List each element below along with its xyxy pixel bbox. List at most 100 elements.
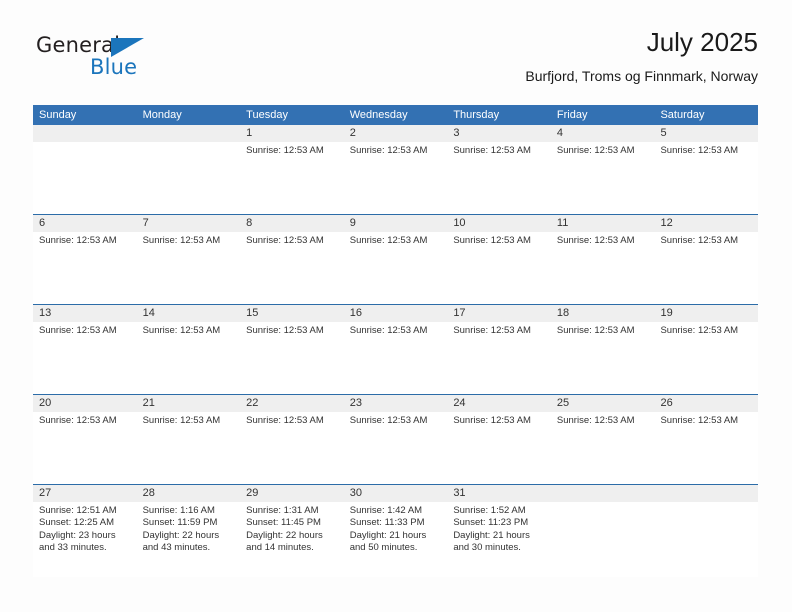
calendar-day-13[interactable]: 13 Sunrise: 12:53 AM	[33, 305, 137, 394]
calendar-day-1[interactable]: 1 Sunrise: 12:53 AM	[240, 125, 344, 214]
day-sun-info: Sunrise: 1:52 AM Sunset: 11:23 PM Daylight…	[447, 502, 551, 555]
calendar-day-16[interactable]: 16 Sunrise: 12:53 AM	[343, 305, 448, 394]
day-sun-info: Sunrise: 12:53 AM	[447, 232, 551, 247]
day-number: 31	[447, 485, 551, 502]
day-sun-info: Sunrise: 12:53 AM	[137, 232, 241, 247]
day-number: 17	[447, 305, 551, 322]
calendar-day-31[interactable]: 31 Sunrise: 1:52 AM Sunset: 11:23 PM Daylig…	[447, 485, 551, 577]
weekday-header-wednesday: Wednesday	[349, 109, 408, 121]
day-sun-info: Sunrise: 1:42 AM Sunset: 11:33 PM Daylight…	[344, 502, 448, 555]
day-sun-info: Sunrise: 12:53 AM	[344, 412, 448, 427]
day-number: 6	[33, 215, 137, 232]
day-info-line: Sunrise: 12:53 AM	[556, 145, 635, 156]
day-sun-info: Sunrise: 12:53 AM	[240, 232, 344, 247]
day-info-line: Sunrise: 12:51 AM	[39, 505, 117, 516]
calendar-day-20[interactable]: 20 Sunrise: 12:53 AM	[33, 395, 137, 484]
day-number: 27	[33, 485, 137, 502]
day-info-line: Daylight: 21 hours	[453, 529, 530, 541]
day-number: 8	[240, 215, 344, 232]
calendar-day-28[interactable]: 28 Sunrise: 1:16 AM Sunset: 11:59 PM Daylig…	[136, 485, 241, 577]
day-sun-info	[137, 142, 241, 145]
calendar-day-23[interactable]: 23 Sunrise: 12:53 AM	[343, 395, 448, 484]
day-number: 23	[343, 395, 448, 412]
calendar-day-18[interactable]: 18 Sunrise: 12:53 AM	[550, 305, 655, 394]
day-number: 4	[550, 125, 655, 142]
calendar-grid: Sunday Monday Tuesday Wednesday Thursday Frid…	[33, 105, 759, 577]
day-sun-info: Sunrise: 12:53 AM	[447, 322, 551, 337]
calendar-day-27[interactable]: 27 Sunrise: 12:51 AM Sunset: 12:25 AM Dayli…	[33, 485, 137, 577]
day-info-line: Sunrise: 12:53 AM	[453, 415, 531, 426]
calendar-day-11[interactable]: 11 Sunrise: 12:53 AM	[550, 215, 655, 304]
day-info-line: and 14 minutes.	[246, 542, 314, 554]
calendar-day-7[interactable]: 7 Sunrise: 12:53 AM	[136, 215, 241, 304]
day-info-line: Sunrise: 12:53 AM	[349, 145, 428, 156]
calendar-day-19[interactable]: 19 Sunrise: 12:53 AM	[654, 305, 759, 394]
day-sun-info: Sunrise: 12:53 AM	[654, 412, 758, 427]
calendar-day-14[interactable]: 14 Sunrise: 12:53 AM	[136, 305, 241, 394]
calendar-day-2[interactable]: 2 Sunrise: 12:53 AM	[343, 125, 448, 214]
general-blue-logo[interactable]: General Blue	[36, 33, 176, 85]
day-sun-info: Sunrise: 12:51 AM Sunset: 12:25 AM Dayligh…	[33, 502, 137, 555]
day-info-line: Sunrise: 12:53 AM	[556, 415, 635, 426]
day-number: 24	[447, 395, 551, 412]
day-info-line: Sunrise: 12:53 AM	[39, 325, 117, 336]
day-number	[550, 485, 655, 502]
day-sun-info: Sunrise: 12:53 AM	[447, 142, 551, 157]
calendar-day-8[interactable]: 8 Sunrise: 12:53 AM	[240, 215, 344, 304]
day-info-line: and 33 minutes.	[39, 542, 107, 554]
day-info-line: Sunrise: 12:53 AM	[246, 325, 324, 336]
day-sun-info: Sunrise: 12:53 AM	[654, 322, 758, 337]
calendar-day-4[interactable]: 4 Sunrise: 12:53 AM	[550, 125, 655, 214]
calendar-day-empty	[550, 485, 655, 577]
calendar-day-24[interactable]: 24 Sunrise: 12:53 AM	[447, 395, 551, 484]
calendar-day-29[interactable]: 29 Sunrise: 1:31 AM Sunset: 11:45 PM Daylig…	[240, 485, 344, 577]
day-number: 18	[550, 305, 655, 322]
day-sun-info: Sunrise: 12:53 AM	[447, 412, 551, 427]
day-number: 13	[33, 305, 137, 322]
day-info-line: Sunset: 11:45 PM	[246, 517, 321, 529]
day-sun-info: Sunrise: 12:53 AM	[137, 412, 241, 427]
calendar-day-26[interactable]: 26 Sunrise: 12:53 AM	[654, 395, 759, 484]
day-info-line: Daylight: 22 hours	[246, 529, 323, 541]
day-info-line: Sunset: 11:23 PM	[453, 517, 529, 529]
day-info-line: Sunrise: 12:53 AM	[556, 235, 635, 246]
day-number: 2	[343, 125, 448, 142]
day-number: 11	[550, 215, 655, 232]
weekday-header-tuesday: Tuesday	[246, 109, 288, 121]
day-info-line: Sunrise: 12:53 AM	[349, 235, 428, 246]
day-number: 19	[654, 305, 759, 322]
day-sun-info: Sunrise: 12:53 AM	[551, 322, 655, 337]
day-sun-info: Sunrise: 12:53 AM	[551, 142, 655, 157]
calendar-day-12[interactable]: 12 Sunrise: 12:53 AM	[654, 215, 759, 304]
calendar-day-22[interactable]: 22 Sunrise: 12:53 AM	[240, 395, 344, 484]
calendar-day-9[interactable]: 9 Sunrise: 12:53 AM	[343, 215, 448, 304]
day-info-line: Sunrise: 12:53 AM	[349, 415, 428, 426]
day-info-line: Sunrise: 12:53 AM	[142, 325, 221, 336]
day-info-line: Daylight: 23 hours	[39, 529, 116, 541]
day-number	[136, 125, 241, 142]
calendar-day-30[interactable]: 30 Sunrise: 1:42 AM Sunset: 11:33 PM Daylig…	[343, 485, 448, 577]
day-number: 5	[654, 125, 759, 142]
day-info-line: Sunrise: 12:53 AM	[660, 415, 739, 426]
day-number: 14	[136, 305, 241, 322]
day-number: 16	[343, 305, 448, 322]
day-number: 9	[343, 215, 448, 232]
calendar-day-10[interactable]: 10 Sunrise: 12:53 AM	[447, 215, 551, 304]
title-block: July 2025 Burfjord, Troms og Finnmark, N…	[525, 26, 758, 86]
calendar-day-15[interactable]: 15 Sunrise: 12:53 AM	[240, 305, 344, 394]
calendar-day-6[interactable]: 6 Sunrise: 12:53 AM	[33, 215, 137, 304]
calendar-day-17[interactable]: 17 Sunrise: 12:53 AM	[447, 305, 551, 394]
day-info-line: Sunrise: 12:53 AM	[660, 325, 739, 336]
day-number: 30	[343, 485, 448, 502]
day-number: 3	[447, 125, 551, 142]
page-header: General Blue July 2025 Burfjord, Troms o…	[33, 26, 758, 98]
day-info-line: Sunrise: 12:53 AM	[453, 145, 531, 156]
day-sun-info	[551, 502, 655, 505]
calendar-day-5[interactable]: 5 Sunrise: 12:53 AM	[654, 125, 759, 214]
calendar-day-3[interactable]: 3 Sunrise: 12:53 AM	[447, 125, 551, 214]
calendar-day-empty	[136, 125, 241, 214]
calendar-day-25[interactable]: 25 Sunrise: 12:53 AM	[550, 395, 655, 484]
weekday-header-monday: Monday	[142, 109, 182, 121]
calendar-weeks: 1 Sunrise: 12:53 AM 2 Sunrise: 12:53 AM 3 Sun…	[33, 125, 759, 577]
calendar-day-21[interactable]: 21 Sunrise: 12:53 AM	[136, 395, 241, 484]
